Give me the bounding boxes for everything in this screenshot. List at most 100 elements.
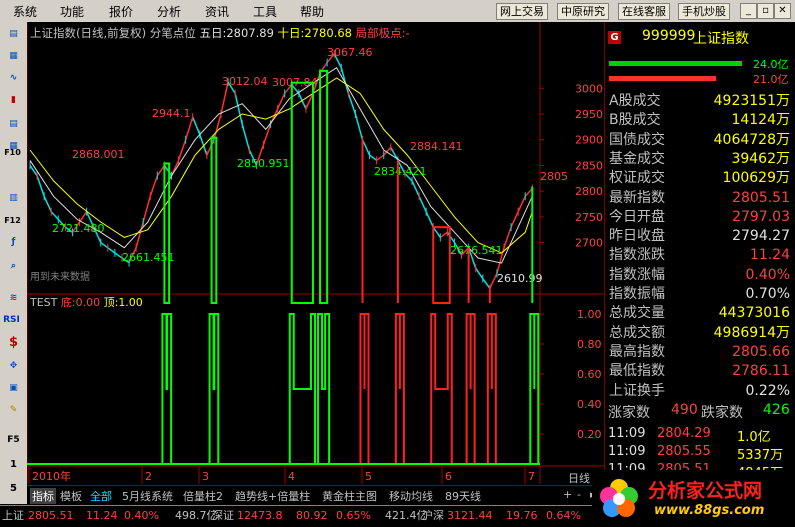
candle-icon[interactable]: ▮ [5, 92, 22, 109]
tab-all[interactable]: 全部 [90, 488, 112, 504]
indicator-pulse [161, 313, 173, 464]
up-count-label: 涨家数 [608, 405, 650, 421]
grid-icon[interactable]: ▦ [5, 48, 22, 65]
minimize-icon[interactable]: _ [740, 3, 757, 19]
tab-moving-average[interactable]: 移动均线 [389, 488, 433, 504]
pencil-icon[interactable]: ✎ [5, 402, 22, 419]
tab-indicator[interactable]: 指标 [30, 488, 56, 504]
menu-info[interactable]: 资讯 [205, 3, 229, 20]
price-segment [475, 267, 484, 279]
indicator-header: TEST 底:0.00 顶:1.00 [30, 294, 143, 310]
indicator-pulse [208, 313, 220, 464]
ma10-label: 十日: [277, 26, 305, 40]
flower-logo-icon [600, 479, 638, 517]
chart-mode: 分笔点位 [149, 26, 196, 40]
f12-icon[interactable]: F12 [4, 212, 21, 229]
tab-89day[interactable]: 89天线 [445, 488, 481, 504]
indicator-pulse [486, 313, 497, 464]
price-segment [425, 211, 434, 228]
status-sz-change: 80.92 [296, 509, 328, 522]
mobile-trading-button[interactable]: 手机炒股 [678, 3, 730, 20]
price-segment [206, 139, 215, 156]
status-sh-pct: 0.40% [124, 509, 159, 522]
price-axis-label: 2950 [575, 108, 603, 121]
price-segment [36, 175, 45, 197]
tab-template[interactable]: 模板 [60, 488, 82, 504]
list-icon[interactable]: ▤ [5, 26, 22, 43]
customer-service-button[interactable]: 在线客服 [618, 3, 670, 20]
close-icon[interactable]: ✕ [774, 3, 791, 19]
tab-double-volume[interactable]: 倍量柱2 [183, 488, 223, 504]
tab-plus-button[interactable]: + [563, 488, 572, 501]
quote-row-value: 4064728万 [713, 131, 790, 148]
menu-quote[interactable]: 报价 [109, 3, 133, 20]
date-axis-label: 4 [288, 470, 295, 483]
trend-icon[interactable]: ≋ [5, 290, 22, 307]
price-segment [347, 93, 357, 115]
status-hs-label: 沪深 [422, 509, 444, 522]
quote-row-value: 0.40% [745, 266, 790, 283]
layout-icon[interactable]: ▣ [5, 380, 22, 397]
quote-row: 上证换手 0.22% [608, 382, 792, 401]
page-icon[interactable]: ▥ [5, 190, 22, 207]
line-chart-icon[interactable]: ∿ [5, 70, 22, 87]
menu-bar: 系统 功能 报价 分析 资讯 工具 帮助 网上交易 中原研究 在线客服 手机炒股… [0, 0, 795, 23]
quote-row-value: 39462万 [731, 150, 790, 167]
status-hs-change: 19.76 [506, 509, 538, 522]
quote-row-label: 基金成交 [609, 150, 665, 167]
menu-system[interactable]: 系统 [13, 3, 37, 20]
quote-row-value: 100629万 [722, 170, 790, 187]
price-axis-label: 2750 [575, 211, 603, 224]
indicator-pulse [430, 313, 453, 464]
quote-row-value: 2786.11 [732, 363, 790, 380]
tab-trendline[interactable]: 趋势线+倍量柱 [235, 488, 310, 504]
stock-code: 999999 [642, 28, 696, 44]
restore-icon[interactable]: ▫ [757, 3, 774, 19]
date-axis-label: 5 [365, 470, 372, 483]
quote-row: 今日开盘 2797.03 [608, 208, 792, 227]
price-axis-label: 2850 [575, 159, 603, 172]
tab-minus-button[interactable]: - [577, 488, 581, 501]
menu-help[interactable]: 帮助 [300, 3, 324, 20]
sheet-icon[interactable]: ▤ [5, 116, 22, 133]
price-segment [177, 139, 187, 161]
signal-box [210, 136, 218, 305]
status-sh-label: 上证 [2, 509, 24, 522]
digit-5-icon[interactable]: 5 [5, 480, 22, 497]
price-annotation: 2805 [540, 170, 568, 183]
period-label[interactable]: 日线 [568, 470, 590, 486]
logo-url: www.88gs.com [654, 503, 765, 518]
online-trade-button[interactable]: 网上交易 [496, 3, 548, 20]
menu-function[interactable]: 功能 [60, 3, 84, 20]
tab-5month[interactable]: 5月线系统 [122, 488, 173, 504]
indicator-axis-label: 0.60 [577, 368, 602, 381]
research-button[interactable]: 中原研究 [557, 3, 609, 20]
f5-icon[interactable]: F5 [5, 432, 22, 449]
price-annotation: 2661.451 [122, 251, 175, 264]
formula-icon[interactable]: ƒ [5, 234, 22, 251]
rsi-icon[interactable]: RSI [3, 312, 20, 329]
menu-tools[interactable]: 工具 [253, 3, 277, 20]
status-hs-price: 3121.44 [447, 509, 493, 522]
logo-title: 分析家公式网 [648, 480, 763, 502]
digit-1-icon[interactable]: 1 [5, 456, 22, 473]
price-segment [376, 154, 385, 161]
date-axis-label: 7 [528, 470, 535, 483]
price-segment [29, 165, 38, 177]
tick-price: 2805.55 [657, 444, 711, 459]
tick-price: 2804.29 [657, 426, 711, 441]
price-annotation: 2610.99 [497, 272, 543, 285]
tab-golden-bar[interactable]: 黄金柱主图 [322, 488, 377, 504]
quote-row-value: 14124万 [731, 112, 790, 129]
f10-icon[interactable]: F10 [4, 144, 21, 161]
price-segment [135, 221, 144, 248]
move-icon[interactable]: ✥ [5, 358, 22, 375]
signal-box [290, 81, 314, 304]
signal-box [432, 226, 451, 304]
price-segment [439, 231, 448, 239]
indicator-axis-label: 1.00 [577, 308, 602, 321]
kline-chart[interactable]: 3067.463012.04 3007.842944.12868.0012850.… [26, 22, 604, 504]
dollar-icon[interactable]: $ [5, 334, 22, 351]
menu-analysis[interactable]: 分析 [157, 3, 181, 20]
search-icon[interactable]: ⌕ [5, 258, 22, 275]
